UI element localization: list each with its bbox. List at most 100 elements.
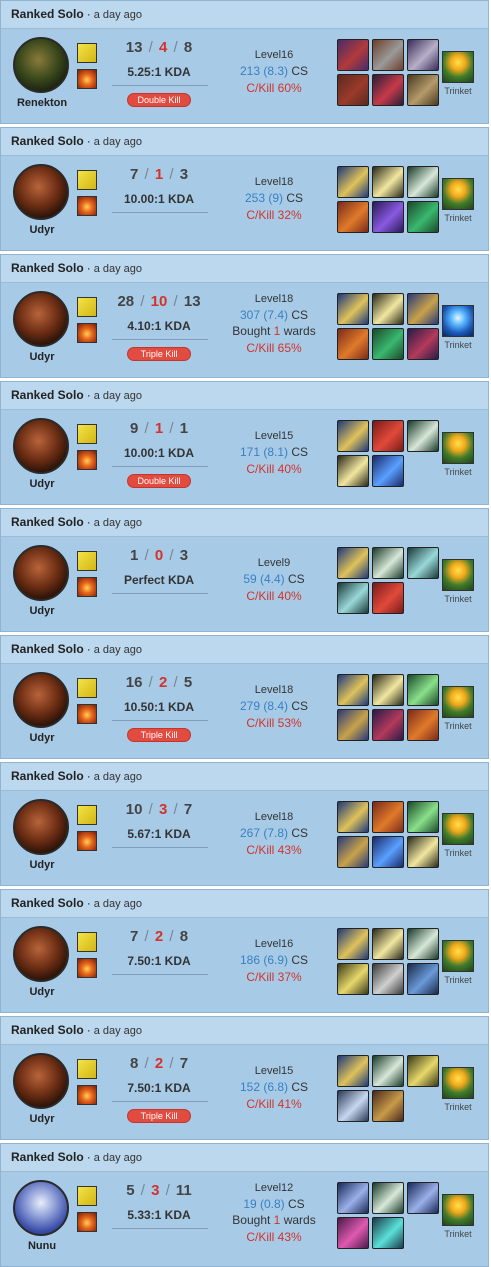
match-card[interactable]: Ranked Solo · a day ago Udyr 9 / 1 / 1 10.00:…: [0, 381, 489, 505]
item-slot-icon[interactable]: [407, 928, 439, 960]
item-slot-icon[interactable]: [337, 39, 369, 71]
item-slot-icon[interactable]: [407, 39, 439, 71]
item-slot-icon[interactable]: [372, 801, 404, 833]
champion-portrait-icon[interactable]: [13, 1053, 69, 1109]
trinket-icon[interactable]: [442, 305, 474, 337]
item-slot-icon[interactable]: [407, 1055, 439, 1087]
item-slot-icon[interactable]: [407, 74, 439, 106]
item-slot-icon[interactable]: [337, 455, 369, 487]
trinket-icon[interactable]: [442, 813, 474, 845]
item-slot-icon[interactable]: [407, 801, 439, 833]
summoner-spell-ghost-icon[interactable]: [77, 43, 97, 63]
item-slot-icon[interactable]: [337, 928, 369, 960]
summoner-spell-ghost-icon[interactable]: [77, 551, 97, 571]
item-slot-icon[interactable]: [337, 74, 369, 106]
summoner-spell-smite-icon[interactable]: [77, 577, 97, 597]
summoner-spell-ghost-icon[interactable]: [77, 805, 97, 825]
match-card[interactable]: Ranked Solo · a day ago Udyr 7 / 2 / 8 7.50:1…: [0, 889, 489, 1013]
summoner-spell-smite-icon[interactable]: [77, 69, 97, 89]
champion-portrait-icon[interactable]: [13, 1180, 69, 1236]
summoner-spell-ghost-icon[interactable]: [77, 297, 97, 317]
match-card[interactable]: Ranked Solo · a day ago Udyr 16 / 2 / 5 10.50…: [0, 635, 489, 759]
summoner-spell-smite-icon[interactable]: [77, 1212, 97, 1232]
item-slot-icon[interactable]: [407, 963, 439, 995]
item-slot-icon[interactable]: [407, 547, 439, 579]
item-slot-icon[interactable]: [372, 420, 404, 452]
summoner-spell-smite-icon[interactable]: [77, 450, 97, 470]
champion-portrait-icon[interactable]: [13, 418, 69, 474]
summoner-spell-smite-icon[interactable]: [77, 958, 97, 978]
item-slot-icon[interactable]: [337, 836, 369, 868]
match-card[interactable]: Ranked Solo · a day ago Udyr 28 / 10 / 13 4.1…: [0, 254, 489, 378]
item-slot-icon[interactable]: [407, 328, 439, 360]
item-slot-icon[interactable]: [372, 582, 404, 614]
item-slot-icon[interactable]: [407, 420, 439, 452]
trinket-icon[interactable]: [442, 559, 474, 591]
champion-portrait-icon[interactable]: [13, 164, 69, 220]
summoner-spell-ghost-icon[interactable]: [77, 170, 97, 190]
item-slot-icon[interactable]: [372, 328, 404, 360]
summoner-spell-smite-icon[interactable]: [77, 323, 97, 343]
trinket-icon[interactable]: [442, 940, 474, 972]
item-slot-icon[interactable]: [337, 1055, 369, 1087]
champion-portrait-icon[interactable]: [13, 672, 69, 728]
match-card[interactable]: Ranked Solo · a day ago Nunu 5 / 3 / 11 5.33:…: [0, 1143, 489, 1267]
item-slot-icon[interactable]: [372, 1055, 404, 1087]
item-slot-icon[interactable]: [337, 328, 369, 360]
item-slot-icon[interactable]: [407, 836, 439, 868]
item-slot-icon[interactable]: [372, 1090, 404, 1122]
match-card[interactable]: Ranked Solo · a day ago Udyr 10 / 3 / 7 5.67:…: [0, 762, 489, 886]
item-slot-icon[interactable]: [337, 420, 369, 452]
summoner-spell-ghost-icon[interactable]: [77, 1186, 97, 1206]
item-slot-icon[interactable]: [337, 582, 369, 614]
item-slot-icon[interactable]: [372, 1217, 404, 1249]
item-slot-icon[interactable]: [337, 201, 369, 233]
summoner-spell-smite-icon[interactable]: [77, 704, 97, 724]
trinket-icon[interactable]: [442, 1067, 474, 1099]
summoner-spell-ghost-icon[interactable]: [77, 932, 97, 952]
item-slot-icon[interactable]: [407, 674, 439, 706]
trinket-icon[interactable]: [442, 178, 474, 210]
item-slot-icon[interactable]: [337, 547, 369, 579]
summoner-spell-ghost-icon[interactable]: [77, 424, 97, 444]
champion-portrait-icon[interactable]: [13, 926, 69, 982]
champion-portrait-icon[interactable]: [13, 799, 69, 855]
item-slot-icon[interactable]: [337, 801, 369, 833]
champion-portrait-icon[interactable]: [13, 37, 69, 93]
trinket-icon[interactable]: [442, 1194, 474, 1226]
item-slot-icon[interactable]: [337, 674, 369, 706]
item-slot-icon[interactable]: [407, 201, 439, 233]
match-card[interactable]: Ranked Solo · a day ago Renekton 13 / 4 / 8 5…: [0, 0, 489, 124]
item-slot-icon[interactable]: [337, 1182, 369, 1214]
summoner-spell-smite-icon[interactable]: [77, 196, 97, 216]
item-slot-icon[interactable]: [372, 836, 404, 868]
item-slot-icon[interactable]: [372, 674, 404, 706]
item-slot-icon[interactable]: [337, 166, 369, 198]
champion-portrait-icon[interactable]: [13, 291, 69, 347]
summoner-spell-smite-icon[interactable]: [77, 1085, 97, 1105]
item-slot-icon[interactable]: [372, 1182, 404, 1214]
item-slot-icon[interactable]: [372, 166, 404, 198]
match-card[interactable]: Ranked Solo · a day ago Udyr 1 / 0 / 3 Perfec…: [0, 508, 489, 632]
match-card[interactable]: Ranked Solo · a day ago Udyr 7 / 1 / 3 10.00:…: [0, 127, 489, 251]
item-slot-icon[interactable]: [407, 293, 439, 325]
item-slot-icon[interactable]: [372, 928, 404, 960]
item-slot-icon[interactable]: [407, 709, 439, 741]
item-slot-icon[interactable]: [372, 74, 404, 106]
trinket-icon[interactable]: [442, 686, 474, 718]
summoner-spell-smite-icon[interactable]: [77, 831, 97, 851]
summoner-spell-ghost-icon[interactable]: [77, 678, 97, 698]
trinket-icon[interactable]: [442, 51, 474, 83]
item-slot-icon[interactable]: [372, 709, 404, 741]
item-slot-icon[interactable]: [372, 963, 404, 995]
item-slot-icon[interactable]: [337, 293, 369, 325]
trinket-icon[interactable]: [442, 432, 474, 464]
item-slot-icon[interactable]: [407, 166, 439, 198]
item-slot-icon[interactable]: [337, 709, 369, 741]
item-slot-icon[interactable]: [372, 201, 404, 233]
item-slot-icon[interactable]: [372, 547, 404, 579]
item-slot-icon[interactable]: [407, 1182, 439, 1214]
item-slot-icon[interactable]: [337, 963, 369, 995]
match-card[interactable]: Ranked Solo · a day ago Udyr 8 / 2 / 7 7.50:1…: [0, 1016, 489, 1140]
summoner-spell-ghost-icon[interactable]: [77, 1059, 97, 1079]
